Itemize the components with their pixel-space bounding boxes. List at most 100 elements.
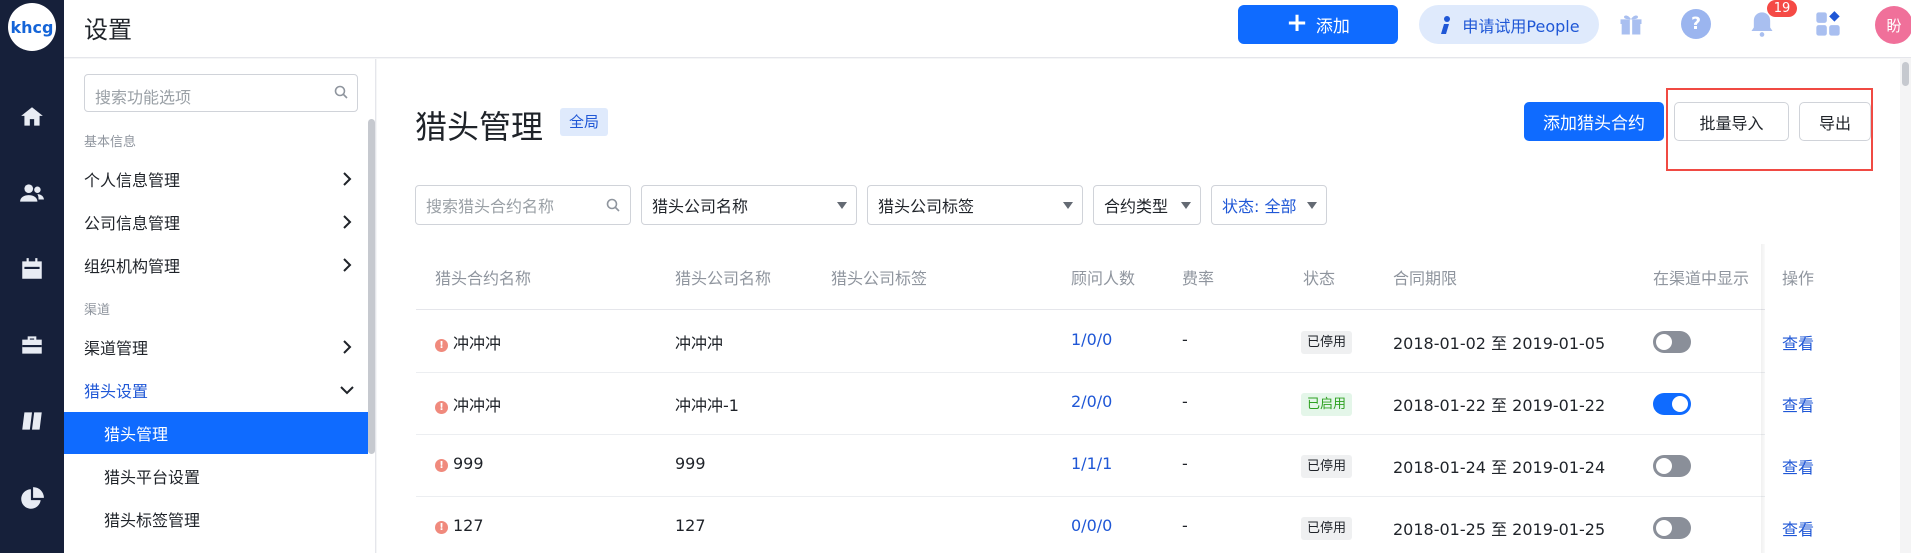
- sidebar-item-label: 渠道管理: [84, 339, 149, 358]
- view-link[interactable]: 查看: [1782, 454, 1814, 478]
- warning-icon: !: [435, 521, 448, 534]
- add-contract-button[interactable]: 添加猎头合约: [1524, 102, 1664, 141]
- view-link[interactable]: 查看: [1782, 516, 1814, 540]
- status-select[interactable]: 状态: 全部: [1211, 185, 1327, 225]
- contract-type-select[interactable]: 合约类型: [1093, 185, 1201, 225]
- row-name-text: 999: [453, 454, 484, 473]
- section-channel: 渠道: [84, 303, 111, 318]
- col-company-name[interactable]: 猎头公司名称: [675, 265, 771, 289]
- sidebar-item-label: 组织机构管理: [84, 257, 181, 276]
- show-in-channel-toggle[interactable]: [1653, 393, 1691, 415]
- book-icon[interactable]: [17, 406, 47, 436]
- sidebar-search-input[interactable]: 搜索功能选项: [84, 74, 358, 112]
- top-bar: 设置 + 添加 申请试用People ? 19 盼: [64, 0, 1911, 58]
- logo[interactable]: khcg: [8, 3, 56, 51]
- app-title: 设置: [84, 16, 132, 44]
- sidebar-item-headhunter-settings[interactable]: 猎头设置: [84, 371, 356, 409]
- trial-button[interactable]: 申请试用People: [1419, 5, 1599, 44]
- show-in-channel-toggle[interactable]: [1653, 331, 1691, 353]
- home-icon[interactable]: [17, 102, 47, 132]
- col-actions: 操作: [1782, 269, 1815, 288]
- show-in-channel-toggle[interactable]: [1653, 517, 1691, 539]
- add-button[interactable]: + 添加: [1238, 5, 1398, 44]
- scrollbar-thumb[interactable]: [1902, 62, 1909, 86]
- row-rate: -: [1182, 392, 1188, 411]
- row-rate: -: [1182, 454, 1188, 473]
- briefcase-icon[interactable]: [17, 330, 47, 360]
- sidebar-item-personal-info[interactable]: 个人信息管理: [84, 160, 356, 198]
- calendar-icon[interactable]: [17, 254, 47, 284]
- table-row[interactable]: ! 127 127 0/0/0 - 已停用 2018-01-25 至 2019-0…: [416, 497, 1838, 553]
- sidebar-scrollbar[interactable]: [368, 119, 375, 454]
- row-company-name: 999: [675, 454, 706, 473]
- row-contract-name[interactable]: ! 127: [435, 516, 484, 535]
- status-badge: 已停用: [1301, 455, 1353, 478]
- sidebar-search-placeholder: 搜索功能选项: [95, 88, 192, 107]
- row-period: 2018-01-22 至 2019-01-22: [1393, 396, 1606, 415]
- caret-down-icon: [1181, 202, 1191, 209]
- contract-type-select-label: 合约类型: [1104, 197, 1169, 216]
- gift-icon[interactable]: [1616, 9, 1646, 39]
- row-period: 2018-01-25 至 2019-01-25: [1393, 520, 1606, 539]
- row-company-name: 127: [675, 516, 706, 535]
- company-name-select[interactable]: 猎头公司名称: [641, 185, 857, 225]
- col-company-tag[interactable]: 猎头公司标签: [831, 265, 927, 289]
- chevron-right-icon: [343, 215, 352, 229]
- row-consultants[interactable]: 0/0/0: [1071, 516, 1112, 535]
- col-rate[interactable]: 费率: [1182, 265, 1214, 289]
- actions-column: 操作 查看 查看 查看 查看: [1765, 244, 1838, 553]
- notification-badge: 19: [1767, 0, 1797, 17]
- sidebar-item-headhunter-mgmt[interactable]: 猎头管理: [64, 412, 368, 454]
- avatar[interactable]: 盼: [1875, 6, 1911, 44]
- col-consultants[interactable]: 顾问人数: [1071, 265, 1135, 289]
- plus-icon: +: [1286, 8, 1308, 38]
- row-name-text: 冲冲冲: [453, 396, 502, 415]
- contract-search-input[interactable]: 搜索猎头合约名称: [415, 185, 631, 225]
- caret-down-icon: [1307, 202, 1317, 209]
- main-content: 猎头管理 全局 添加猎头合约 批量导入 导出 搜索猎头合约名称 猎头公司名称 猎…: [377, 59, 1901, 553]
- sidebar-item-company-info[interactable]: 公司信息管理: [84, 203, 356, 241]
- sidebar-item-org-structure[interactable]: 组织机构管理: [84, 246, 356, 284]
- table-row[interactable]: ! 999 999 1/1/1 - 已停用 2018-01-24 至 2019-0…: [416, 435, 1838, 497]
- row-consultants[interactable]: 2/0/0: [1071, 392, 1112, 411]
- company-tag-select[interactable]: 猎头公司标签: [867, 185, 1083, 225]
- row-period: 2018-01-24 至 2019-01-24: [1393, 458, 1606, 477]
- chevron-right-icon: [343, 258, 352, 272]
- col-status[interactable]: 状态: [1303, 265, 1335, 289]
- left-rail: khcg: [0, 0, 64, 553]
- sidebar-item-headhunter-platform[interactable]: 猎头平台设置: [64, 455, 368, 497]
- chevron-right-icon: [343, 340, 352, 354]
- warning-icon: !: [435, 339, 448, 352]
- table-row[interactable]: ! 冲冲冲 冲冲冲 1/0/0 - 已停用 2018-01-02 至 2019-0…: [416, 311, 1838, 373]
- apps-icon[interactable]: [1813, 9, 1843, 39]
- sidebar-item-label: 猎头设置: [84, 382, 149, 401]
- row-consultants[interactable]: 1/1/1: [1071, 454, 1112, 473]
- view-link[interactable]: 查看: [1782, 392, 1814, 416]
- view-link[interactable]: 查看: [1782, 330, 1814, 354]
- col-contract-name[interactable]: 猎头合约名称: [435, 265, 531, 289]
- row-period: 2018-01-02 至 2019-01-05: [1393, 334, 1606, 353]
- trial-button-label: 申请试用People: [1462, 16, 1580, 36]
- row-rate: -: [1182, 516, 1188, 535]
- status-badge: 已启用: [1301, 393, 1353, 416]
- help-icon[interactable]: ?: [1681, 9, 1711, 39]
- caret-down-icon: [837, 202, 847, 209]
- pie-chart-icon[interactable]: [17, 484, 47, 514]
- status-badge: 已停用: [1301, 331, 1353, 354]
- row-name-text: 127: [453, 516, 484, 535]
- row-consultants[interactable]: 1/0/0: [1071, 330, 1112, 349]
- col-period[interactable]: 合同期限: [1393, 265, 1457, 289]
- page-scrollbar[interactable]: [1900, 58, 1911, 553]
- row-contract-name[interactable]: ! 999: [435, 454, 484, 473]
- company-name-select-label: 猎头公司名称: [652, 197, 749, 216]
- users-icon[interactable]: [17, 178, 47, 208]
- row-contract-name[interactable]: ! 冲冲冲: [435, 392, 501, 416]
- col-show-in-channel[interactable]: 在渠道中显示: [1653, 265, 1749, 289]
- chevron-down-icon: [340, 386, 354, 395]
- sidebar-item-channel-mgmt[interactable]: 渠道管理: [84, 328, 356, 366]
- table-row[interactable]: ! 冲冲冲 冲冲冲-1 2/0/0 - 已启用 2018-01-22 至 2019…: [416, 373, 1838, 435]
- highlight-box: [1666, 88, 1873, 171]
- show-in-channel-toggle[interactable]: [1653, 455, 1691, 477]
- row-contract-name[interactable]: ! 冲冲冲: [435, 330, 501, 354]
- sidebar-item-headhunter-tags[interactable]: 猎头标签管理: [64, 498, 368, 540]
